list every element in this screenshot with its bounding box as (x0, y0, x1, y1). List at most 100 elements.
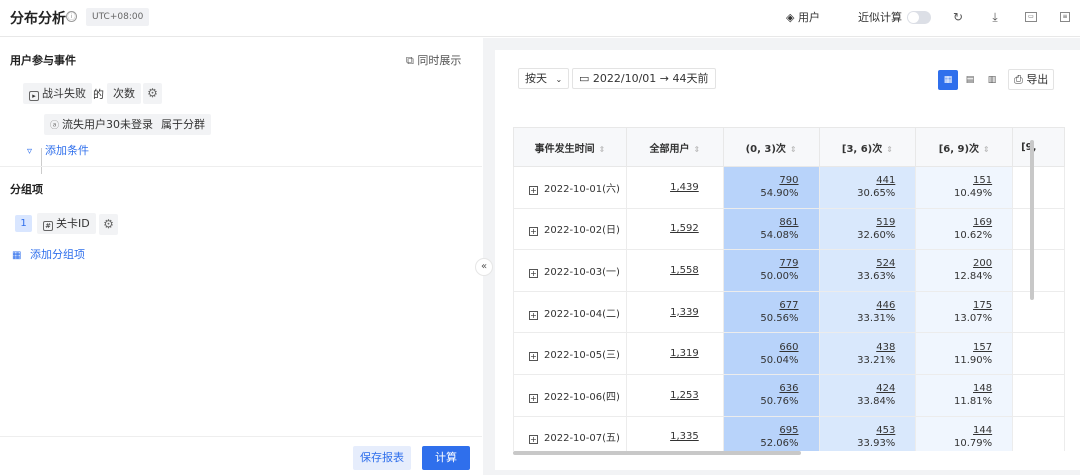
total-users-cell[interactable]: 1,558 (625, 249, 724, 292)
expand-icon[interactable]: + (529, 227, 538, 237)
export-label: 导出 (1026, 73, 1049, 86)
column-header[interactable]: [9, (1012, 127, 1065, 167)
show-together-label: 同时展示 (417, 54, 462, 67)
add-condition-link[interactable]: ▿ 添加条件 (27, 142, 89, 158)
event-section-title: 用户参与事件 (10, 54, 76, 67)
filter-cohort-label: 流失用户30未登录 (62, 118, 154, 131)
total-users-cell[interactable]: 1,439 (625, 166, 724, 209)
document-icon[interactable]: ≡ (1060, 12, 1070, 22)
bucket-cell[interactable]: 200 12.84% (915, 249, 1014, 292)
table-header-row: 事件发生时间 ⇕ 全部用户 ⇕ (0, 3)次 ⇕ [3, 6)次 ⇕ [6, 9)次 ⇕… (513, 127, 1065, 167)
expand-icon[interactable]: + (529, 268, 538, 278)
date-cell: +2022-10-03(一) (513, 249, 627, 292)
group-settings-icon[interactable]: ⚙ (99, 214, 118, 235)
top-bar: 分布分析 ⓘ UTC+08:00 ◈ 用户 近似计算 ↻ ⤓ ▭ ≡ (0, 0, 1080, 37)
event-settings-icon[interactable]: ⚙ (143, 83, 162, 104)
bucket-cell (1012, 332, 1065, 375)
column-header[interactable]: 全部用户 ⇕ (625, 127, 724, 167)
approx-switch[interactable] (907, 11, 931, 24)
filter-operator-select[interactable]: 属于分群 (155, 114, 211, 135)
bucket-cell[interactable]: 636 50.76% (722, 373, 820, 417)
expand-icon[interactable]: + (529, 185, 538, 195)
bucket-cell[interactable]: 144 10.79% (915, 415, 1014, 451)
show-together-link[interactable]: ⧉ 同时展示 (406, 52, 461, 68)
result-card: 按天 ⌄ ▭ 2022/10/01 → 44天前 ▦ ▤ ▥ ⎙ 导出 事件发生… (495, 50, 1080, 470)
user-toggle[interactable]: ◈ 用户 (786, 9, 820, 25)
bucket-cell[interactable]: 438 33.21% (818, 332, 917, 375)
bucket-cell[interactable]: 779 50.00% (722, 249, 820, 292)
column-header[interactable]: 事件发生时间 ⇕ (513, 127, 627, 167)
event-select[interactable]: ▸ 战斗失败 (23, 83, 92, 104)
bucket-cell (1012, 166, 1065, 209)
group-section-title: 分组项 (10, 183, 43, 196)
refresh-icon[interactable]: ↻ (950, 9, 966, 25)
bucket-cell (1012, 207, 1065, 251)
embed-icon[interactable]: ▭ (1025, 12, 1037, 22)
column-header[interactable]: [3, 6)次 ⇕ (818, 127, 917, 167)
id-icon: # (43, 221, 53, 231)
info-icon[interactable]: ⓘ (66, 11, 77, 22)
bucket-cell[interactable]: 519 32.60% (818, 207, 917, 251)
bucket-cell[interactable]: 424 33.84% (818, 373, 917, 417)
date-range-picker[interactable]: ▭ 2022/10/01 → 44天前 (572, 68, 716, 89)
bucket-cell[interactable]: 441 30.65% (818, 166, 917, 209)
compare-view-button[interactable]: ▥ (982, 70, 1002, 90)
group-field-select[interactable]: # 关卡ID (37, 213, 96, 234)
column-header[interactable]: (0, 3)次 ⇕ (722, 127, 820, 167)
expand-icon[interactable]: + (529, 393, 538, 403)
page-title: 分布分析 (10, 11, 66, 27)
add-group-label: 添加分组项 (30, 248, 85, 261)
export-button[interactable]: ⎙ 导出 (1008, 69, 1055, 90)
bucket-cell[interactable]: 175 13.07% (915, 290, 1014, 334)
table-row: +2022-10-02(日) 1,592 861 54.08% 519 32.60% 169… (513, 207, 1065, 251)
table-view-button[interactable]: ▦ (938, 70, 958, 90)
filter-cohort-select[interactable]: ⓐ 流失用户30未登录 (44, 114, 160, 135)
download-icon[interactable]: ⤓ (987, 9, 1003, 25)
total-users-cell[interactable]: 1,335 (625, 415, 724, 451)
horizontal-scrollbar[interactable] (513, 451, 801, 455)
bucket-cell[interactable]: 861 54.08% (722, 207, 820, 251)
timezone-badge[interactable]: UTC+08:00 (86, 8, 150, 26)
date-range-label: 2022/10/01 → 44天前 (592, 72, 709, 85)
bucket-cell[interactable]: 524 33.63% (818, 249, 917, 292)
bucket-cell[interactable]: 677 50.56% (722, 290, 820, 334)
add-group-icon: ▦ (12, 250, 22, 261)
calculate-button[interactable]: 计算 (422, 446, 470, 470)
expand-icon[interactable]: + (529, 435, 538, 445)
add-group-link[interactable]: ▦ 添加分组项 (12, 246, 85, 262)
cohort-icon: ⓐ (50, 121, 60, 131)
column-header[interactable]: [6, 9)次 ⇕ (915, 127, 1014, 167)
event-icon: ▸ (29, 91, 39, 101)
bucket-cell[interactable]: 151 10.49% (915, 166, 1014, 209)
metric-select[interactable]: 次数 (107, 83, 141, 104)
bucket-cell[interactable]: 157 11.90% (915, 332, 1014, 375)
table-row: +2022-10-03(一) 1,558 779 50.00% 524 33.63% 200… (513, 249, 1065, 292)
bucket-cell[interactable]: 148 11.81% (915, 373, 1014, 417)
bucket-cell[interactable]: 446 33.31% (818, 290, 917, 334)
bucket-cell[interactable]: 453 33.93% (818, 415, 917, 451)
total-users-cell[interactable]: 1,253 (625, 373, 724, 417)
total-users-cell[interactable]: 1,592 (625, 207, 724, 251)
total-users-cell[interactable]: 1,319 (625, 332, 724, 375)
target-icon: ◈ (786, 11, 795, 24)
user-toggle-label: 用户 (797, 11, 820, 24)
vertical-scrollbar[interactable] (1030, 140, 1034, 300)
result-panel: 按天 ⌄ ▭ 2022/10/01 → 44天前 ▦ ▤ ▥ ⎙ 导出 事件发生… (483, 38, 1080, 475)
filter-icon: ▿ (27, 146, 33, 157)
granularity-select[interactable]: 按天 ⌄ (518, 68, 570, 89)
date-cell: +2022-10-02(日) (513, 207, 627, 251)
expand-icon[interactable]: + (529, 310, 538, 320)
table-row: +2022-10-06(四) 1,253 636 50.76% 424 33.84% 148… (513, 373, 1065, 417)
total-users-cell[interactable]: 1,339 (625, 290, 724, 334)
bucket-cell[interactable]: 169 10.62% (915, 207, 1014, 251)
chevron-down-icon: ⌄ (555, 75, 563, 84)
group-field-label: 关卡ID (56, 217, 90, 230)
of-text: 的 (93, 88, 104, 101)
chart-view-button[interactable]: ▤ (960, 70, 980, 90)
bucket-cell[interactable]: 660 50.04% (722, 332, 820, 375)
collapse-panel-button[interactable]: « (475, 258, 493, 276)
save-report-button[interactable]: 保存报表 (353, 446, 411, 470)
bucket-cell[interactable]: 695 52.06% (722, 415, 820, 451)
bucket-cell[interactable]: 790 54.90% (722, 166, 820, 209)
expand-icon[interactable]: + (529, 352, 538, 362)
